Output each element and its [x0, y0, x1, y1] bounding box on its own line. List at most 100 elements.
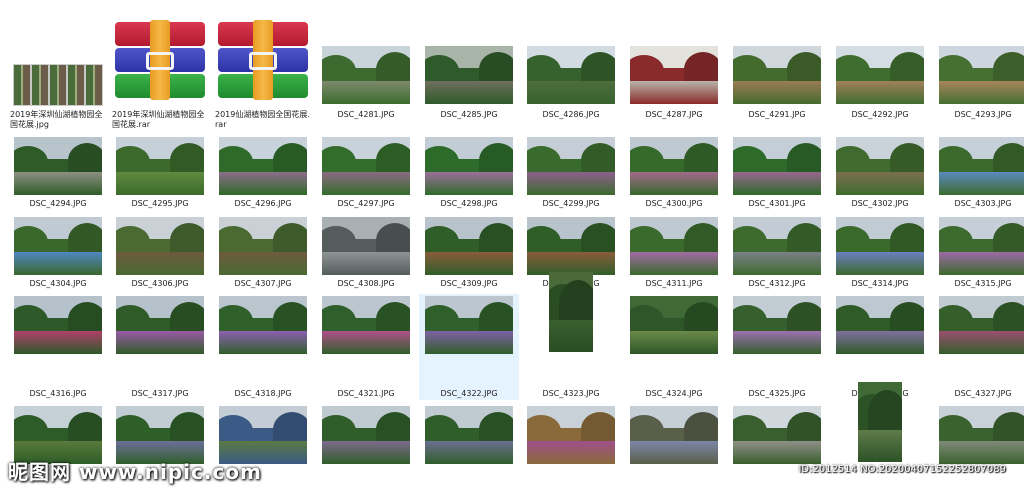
file-item[interactable]: DSC_4321.JPG — [316, 294, 416, 400]
photo-thumbnail — [219, 296, 307, 354]
file-name-label: DSC_4318.JPG — [234, 389, 292, 398]
file-item[interactable]: DSC_4287.JPG — [624, 44, 724, 122]
file-item[interactable]: DSC_4308.JPG — [316, 215, 416, 293]
file-name-label: DSC_4311.JPG — [645, 279, 703, 288]
file-item[interactable]: DSC_4297.JPG — [316, 135, 416, 213]
file-item[interactable]: 2019年深圳仙湖植物园全国花展.rar — [110, 18, 210, 129]
photo-thumbnail — [322, 137, 410, 195]
photo-thumbnail — [630, 296, 718, 354]
file-name-label: DSC_4308.JPG — [337, 279, 395, 288]
photo-thumbnail — [322, 217, 410, 275]
photo-thumbnail — [733, 406, 821, 464]
file-name-label: 2019仙湖植物园全国花展.rar — [215, 110, 310, 129]
watermark-id: ID:2012514 NO:20200407152252807089 — [798, 464, 1006, 475]
photo-thumbnail — [425, 137, 513, 195]
file-name-label: DSC_4281.JPG — [337, 110, 395, 119]
file-item[interactable]: DSC_4303.JPG — [933, 135, 1024, 213]
photo-thumbnail — [939, 137, 1024, 195]
file-item[interactable]: 2019年深圳仙湖植物园全国花展.jpg — [8, 18, 108, 129]
file-item[interactable]: DSC_4322.JPG — [419, 294, 519, 400]
file-item[interactable]: DSC_4302.JPG — [830, 135, 930, 213]
file-name-label: DSC_4297.JPG — [337, 199, 395, 208]
file-item[interactable]: DSC_4301.JPG — [727, 135, 827, 213]
photo-thumbnail — [527, 137, 615, 195]
file-name-label: DSC_4307.JPG — [234, 279, 292, 288]
file-item[interactable]: DSC_4298.JPG — [419, 135, 519, 213]
photo-thumbnail — [836, 137, 924, 195]
photo-thumbnail — [425, 296, 513, 354]
photo-thumbnail — [14, 296, 102, 354]
file-name-label: DSC_4316.JPG — [29, 389, 87, 398]
file-item[interactable]: DSC_4307.JPG — [213, 215, 313, 293]
photo-thumbnail — [733, 137, 821, 195]
file-name-label: DSC_4291.JPG — [748, 110, 806, 119]
file-item[interactable]: DSC_4300.JPG — [624, 135, 724, 213]
file-item[interactable]: DSC_4296.JPG — [213, 135, 313, 213]
file-item[interactable]: DSC_4324.JPG — [624, 294, 724, 400]
file-item[interactable]: DSC_4327.JPG — [933, 294, 1024, 400]
photo-thumbnail — [733, 296, 821, 354]
file-name-label: DSC_4287.JPG — [645, 110, 703, 119]
file-item[interactable]: DSC_4286.JPG — [521, 44, 621, 122]
photo-thumbnail — [14, 217, 102, 275]
file-item[interactable]: DSC_4291.JPG — [727, 44, 827, 122]
photo-thumbnail — [116, 137, 204, 195]
file-item[interactable]: 2019仙湖植物园全国花展.rar — [213, 18, 313, 129]
file-item[interactable]: DSC_4315.JPG — [933, 215, 1024, 293]
file-name-label: DSC_4317.JPG — [131, 389, 189, 398]
file-name-label: 2019年深圳仙湖植物园全国花展.jpg — [10, 110, 103, 129]
file-item[interactable]: DSC_4309.JPG — [419, 215, 519, 293]
file-item[interactable] — [419, 404, 519, 482]
file-item[interactable]: DSC_4323.JPG — [521, 268, 621, 398]
photo-thumbnail — [527, 46, 615, 104]
photo-thumbnail — [116, 217, 204, 275]
photo-thumbnail — [527, 406, 615, 464]
file-item[interactable] — [521, 404, 621, 482]
photo-thumbnail — [939, 406, 1024, 464]
photo-thumbnail — [425, 406, 513, 464]
file-item[interactable]: DSC_4317.JPG — [110, 294, 210, 400]
file-item[interactable]: DSC_4325.JPG — [727, 294, 827, 400]
photo-thumbnail — [322, 46, 410, 104]
file-item[interactable]: DSC_4314.JPG — [830, 215, 930, 293]
file-grid: 2019年深圳仙湖植物园全国花展.jpg 2019年深圳仙湖植物园全国花展.rar… — [0, 0, 1024, 492]
file-item[interactable]: DSC_4295.JPG — [110, 135, 210, 213]
file-name-label: DSC_4327.JPG — [954, 389, 1012, 398]
photo-thumbnail — [733, 46, 821, 104]
file-name-label: DSC_4302.JPG — [851, 199, 909, 208]
file-name-label: DSC_4306.JPG — [131, 279, 189, 288]
file-item[interactable]: DSC_4312.JPG — [727, 215, 827, 293]
file-item[interactable]: DSC_4293.JPG — [933, 44, 1024, 122]
file-item[interactable]: DSC_4294.JPG — [8, 135, 108, 213]
photo-thumbnail — [630, 406, 718, 464]
file-name-label: DSC_4294.JPG — [29, 199, 87, 208]
file-name-label: DSC_4325.JPG — [748, 389, 806, 398]
file-item[interactable]: DSC_4311.JPG — [624, 215, 724, 293]
file-name-label: DSC_4285.JPG — [440, 110, 498, 119]
photo-thumbnail — [630, 217, 718, 275]
file-item[interactable]: DSC_4304.JPG — [8, 215, 108, 293]
file-item[interactable]: DSC_4306.JPG — [110, 215, 210, 293]
file-name-label: DSC_4299.JPG — [542, 199, 600, 208]
file-item[interactable]: DSC_4316.JPG — [8, 294, 108, 400]
photo-thumbnail — [733, 217, 821, 275]
file-item[interactable] — [316, 404, 416, 482]
file-item[interactable]: DSC_4285.JPG — [419, 44, 519, 122]
file-name-label: DSC_4321.JPG — [337, 389, 395, 398]
file-name-label: DSC_4323.JPG — [542, 389, 600, 398]
photo-thumbnail — [630, 46, 718, 104]
photo-thumbnail — [939, 217, 1024, 275]
file-item[interactable]: DSC_4318.JPG — [213, 294, 313, 400]
file-item[interactable] — [624, 404, 724, 482]
photo-thumbnail — [939, 296, 1024, 354]
file-item[interactable]: DSC_4281.JPG — [316, 44, 416, 122]
file-name-label: DSC_4324.JPG — [645, 389, 703, 398]
file-item[interactable]: DSC_4292.JPG — [830, 44, 930, 122]
photo-thumbnail — [527, 217, 615, 275]
file-name-label: DSC_4304.JPG — [29, 279, 87, 288]
photo-thumbnail — [116, 296, 204, 354]
file-name-label: DSC_4315.JPG — [954, 279, 1012, 288]
photo-thumbnail — [219, 217, 307, 275]
file-name-label: DSC_4298.JPG — [440, 199, 498, 208]
file-item[interactable]: DSC_4299.JPG — [521, 135, 621, 213]
